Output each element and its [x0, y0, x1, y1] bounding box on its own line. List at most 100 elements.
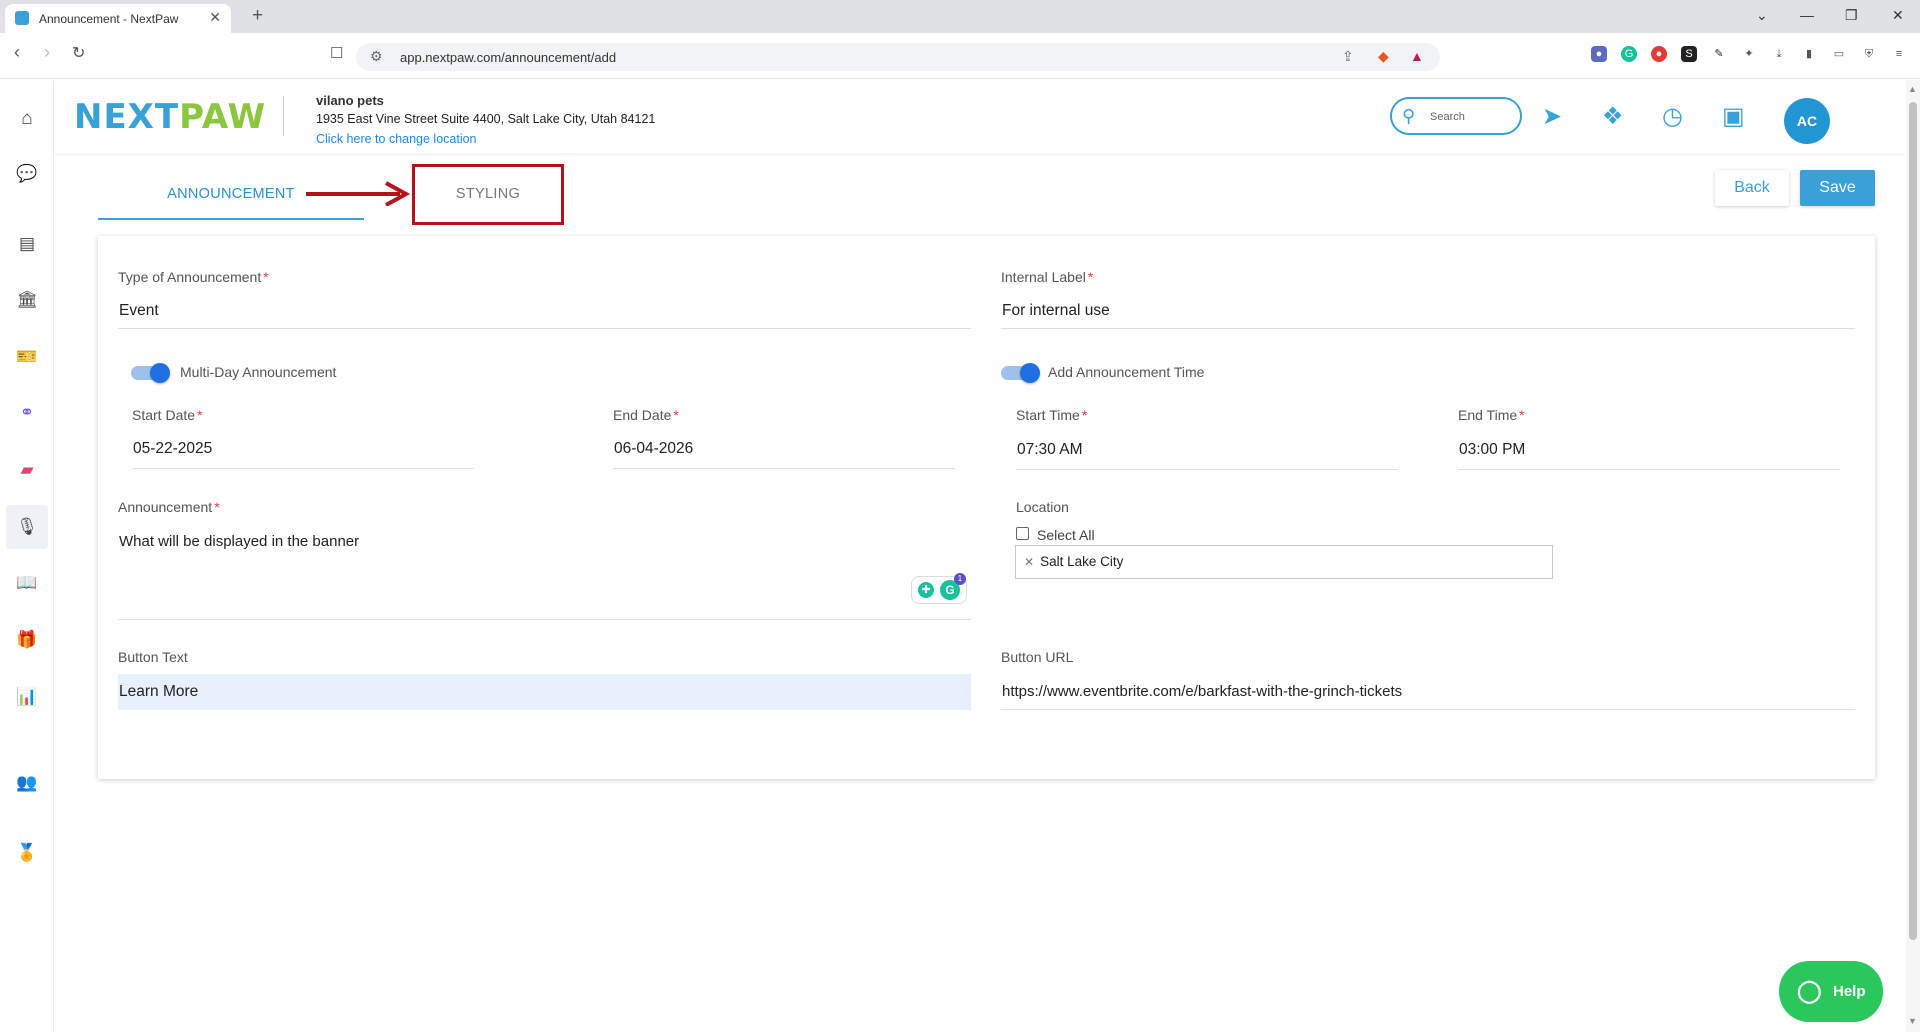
sidebar-toggle-icon[interactable]: ▮	[1801, 46, 1817, 62]
rewards-icon[interactable]: ❖	[1602, 102, 1624, 131]
brave-shield-icon[interactable]: ◆	[1378, 48, 1389, 65]
eraser-icon[interactable]: ▰	[10, 453, 44, 487]
nextpaw-logo[interactable]: NEXTPAW	[74, 97, 266, 137]
location-chip: ✕ Salt Lake City	[1024, 554, 1123, 569]
back-nav-icon[interactable]: ‹	[14, 42, 20, 63]
toggle-knob	[150, 363, 170, 383]
header-divider	[283, 96, 284, 136]
tab-search-chevron-icon[interactable]: ⌄	[1756, 7, 1768, 24]
business-address: 1935 East Vine Street Suite 4400, Salt L…	[316, 112, 656, 126]
award-icon[interactable]: 🏅	[10, 836, 44, 870]
change-location-link[interactable]: Click here to change location	[316, 132, 477, 146]
menu-icon[interactable]: ≡	[1891, 46, 1907, 62]
close-tab-icon[interactable]: ✕	[209, 9, 221, 26]
analytics-icon[interactable]: 📊	[10, 680, 44, 714]
type-of-announcement-field[interactable]: Event	[119, 302, 159, 320]
header-search-input[interactable]: ⚲ Search	[1390, 97, 1522, 135]
building-icon[interactable]: 🏛	[10, 283, 44, 317]
bookmark-icon[interactable]: ☐	[330, 44, 343, 62]
chat-icon[interactable]: 💬	[10, 157, 44, 191]
tab-styling[interactable]: STYLING	[412, 164, 564, 225]
ticket-icon[interactable]: 🎫	[10, 340, 44, 374]
announcement-textarea[interactable]: What will be displayed in the banner	[119, 533, 359, 550]
home-icon[interactable]: ⌂	[10, 102, 44, 136]
announcement-label: Announcement *	[118, 499, 220, 515]
bill-icon[interactable]: ▣	[1722, 102, 1745, 131]
address-url: app.nextpaw.com/announcement/add	[400, 50, 617, 65]
button-url-input[interactable]: https://www.eventbrite.com/e/barkfast-wi…	[1002, 683, 1402, 700]
toggle-knob	[1020, 363, 1040, 383]
start-time-underline	[1016, 469, 1398, 470]
minimize-icon[interactable]: —	[1800, 7, 1814, 23]
button-text-input[interactable]: Learn More	[118, 674, 971, 710]
internal-label-underline	[1001, 328, 1855, 329]
start-date-input[interactable]: 05-22-2025	[133, 440, 212, 458]
page-scrollbar[interactable]: ▲ ▼	[1906, 80, 1920, 1032]
scrollbar-thumb[interactable]	[1909, 102, 1917, 940]
vpn-shield-icon[interactable]: ⛨	[1861, 46, 1877, 62]
add-time-toggle[interactable]	[1001, 363, 1040, 383]
book-icon[interactable]: 📖	[10, 566, 44, 600]
link-icon[interactable]: ⚭	[10, 396, 44, 430]
extension-s-icon[interactable]: S	[1681, 46, 1697, 62]
gift-icon[interactable]: 🎁	[10, 623, 44, 657]
save-button[interactable]: Save	[1800, 170, 1875, 206]
announcement-label-text: Announcement	[118, 499, 213, 515]
location-multiselect[interactable]: ✕ Salt Lake City	[1015, 545, 1553, 579]
brave-rewards-icon[interactable]: ▲	[1410, 48, 1424, 64]
remove-chip-icon[interactable]: ✕	[1024, 555, 1034, 569]
restore-icon[interactable]: ❐	[1845, 7, 1858, 24]
wallet-icon[interactable]: ▭	[1831, 46, 1847, 62]
required-mark: *	[197, 407, 203, 423]
forward-nav-icon[interactable]: ›	[44, 42, 50, 63]
microphone-icon[interactable]: 🎙	[6, 505, 48, 549]
help-button[interactable]: ◯ Help	[1779, 961, 1883, 1022]
user-avatar[interactable]: AC	[1784, 98, 1830, 144]
share-icon[interactable]: ⇪	[1342, 48, 1354, 65]
extension-3-icon[interactable]: ●	[1651, 46, 1667, 62]
button-text-label: Button Text	[118, 649, 188, 665]
required-mark: *	[1519, 407, 1525, 423]
browser-tab-title: Announcement - NextPaw	[39, 12, 179, 26]
new-tab-icon[interactable]: +	[252, 5, 263, 27]
lightbulb-icon: ✚	[918, 582, 934, 598]
end-time-label: End Time *	[1458, 407, 1525, 423]
internal-label-input[interactable]: For internal use	[1002, 302, 1110, 320]
logo-next-text: NEXT	[74, 97, 180, 137]
send-icon[interactable]: ➤	[1542, 102, 1562, 131]
nextpaw-favicon-icon	[15, 11, 29, 25]
back-button[interactable]: Back	[1715, 170, 1789, 206]
grammarly-widget[interactable]: ✚ G 1	[911, 573, 967, 604]
site-info-icon[interactable]: ⚙	[370, 48, 383, 65]
scroll-down-icon[interactable]: ▼	[1908, 1016, 1917, 1026]
clock-icon[interactable]: ◷	[1662, 102, 1683, 131]
download-icon[interactable]: ⤓	[1771, 46, 1787, 62]
start-date-label: Start Date *	[132, 407, 202, 423]
select-all-checkbox[interactable]	[1016, 527, 1029, 540]
close-window-icon[interactable]: ✕	[1892, 7, 1904, 24]
document-icon[interactable]: ▤	[10, 227, 44, 261]
browser-tab-bar: Announcement - NextPaw ✕ + ⌄ — ❐ ✕	[0, 0, 1920, 33]
start-time-input[interactable]: 07:30 AM	[1017, 441, 1083, 459]
button-url-label: Button URL	[1001, 649, 1074, 665]
app-sidebar: ⌂ 💬 ▤ 🏛 🎫 ⚭ ▰ 🎙 📖 🎁 📊 👥 🏅	[0, 80, 54, 1032]
users-icon[interactable]: 👥	[10, 766, 44, 800]
select-all-label: Select All	[1037, 527, 1095, 543]
reload-icon[interactable]: ↻	[72, 43, 85, 63]
pen-extension-icon[interactable]: ✎	[1711, 46, 1727, 62]
start-date-label-text: Start Date	[132, 407, 196, 423]
puzzle-extensions-icon[interactable]: ✦	[1741, 46, 1757, 62]
grammarly-extension-icon[interactable]: G	[1621, 46, 1637, 62]
end-date-input[interactable]: 06-04-2026	[614, 440, 693, 458]
end-time-input[interactable]: 03:00 PM	[1459, 441, 1525, 459]
end-time-label-text: End Time	[1458, 407, 1518, 423]
browser-toolbar: ‹ › ↻ ☐ ⚙ app.nextpaw.com/announcement/a…	[0, 33, 1920, 79]
address-bar[interactable]: ⚙ app.nextpaw.com/announcement/add ⇪ ◆ ▲	[356, 43, 1440, 71]
location-chip-label: Salt Lake City	[1040, 554, 1124, 569]
required-mark: *	[1087, 269, 1094, 285]
multi-day-toggle[interactable]	[131, 363, 170, 383]
search-icon: ⚲	[1402, 106, 1416, 126]
extension-1-icon[interactable]: ●	[1591, 46, 1607, 62]
browser-tab[interactable]: Announcement - NextPaw ✕	[5, 4, 231, 33]
scroll-up-icon[interactable]: ▲	[1908, 84, 1917, 94]
